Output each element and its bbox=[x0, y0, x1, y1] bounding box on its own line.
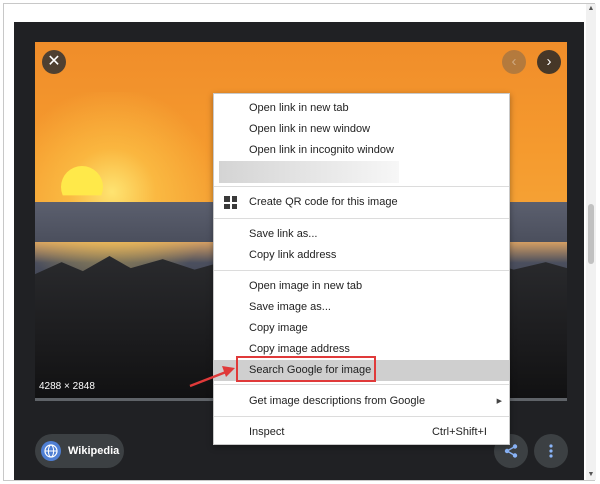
source-chip-wikipedia[interactable]: Wikipedia bbox=[35, 434, 124, 468]
menu-item-get-image-descriptions[interactable]: Get image descriptions from Google ▶ bbox=[214, 391, 509, 412]
context-menu: Open link in new tab Open link in new wi… bbox=[213, 93, 510, 445]
redacted-menu-item bbox=[219, 161, 399, 183]
menu-separator bbox=[214, 270, 509, 271]
menu-item-save-link-as[interactable]: Save link as... bbox=[214, 224, 509, 245]
menu-item-open-image-new-tab[interactable]: Open image in new tab bbox=[214, 276, 509, 297]
menu-separator bbox=[214, 218, 509, 219]
menu-item-label: Inspect bbox=[249, 426, 285, 438]
chevron-left-icon[interactable]: ‹ bbox=[502, 50, 526, 74]
chevron-right-icon[interactable]: › bbox=[537, 50, 561, 74]
menu-item-open-link-incognito[interactable]: Open link in incognito window bbox=[214, 140, 509, 161]
menu-item-label: Open link in new tab bbox=[249, 102, 349, 114]
source-label: Wikipedia bbox=[68, 445, 120, 457]
menu-item-label: Get image descriptions from Google bbox=[249, 395, 426, 407]
menu-item-copy-link-address[interactable]: Copy link address bbox=[214, 245, 509, 266]
scroll-up-arrow-icon[interactable]: ▲ bbox=[586, 4, 596, 14]
menu-item-label: Copy image bbox=[249, 322, 308, 334]
page-scrollbar[interactable]: ▲ ▼ bbox=[586, 4, 596, 480]
globe-icon bbox=[41, 441, 61, 461]
menu-item-label: Save link as... bbox=[249, 228, 318, 240]
menu-separator bbox=[214, 186, 509, 187]
menu-item-label: Open link in new window bbox=[249, 123, 371, 135]
menu-item-label: Copy image address bbox=[249, 343, 350, 355]
menu-separator bbox=[214, 384, 509, 385]
menu-item-create-qr[interactable]: Create QR code for this image bbox=[214, 192, 509, 213]
submenu-arrow-icon: ▶ bbox=[496, 398, 502, 405]
image-dimensions: 4288 × 2848 bbox=[39, 381, 95, 392]
menu-separator bbox=[214, 416, 509, 417]
menu-item-open-link-new-tab[interactable]: Open link in new tab bbox=[214, 98, 509, 119]
close-icon[interactable]: ✕ bbox=[42, 50, 66, 74]
menu-item-label: Open image in new tab bbox=[249, 280, 363, 292]
shortcut-label: Ctrl+Shift+I bbox=[431, 426, 487, 438]
menu-item-open-link-new-window[interactable]: Open link in new window bbox=[214, 119, 509, 140]
menu-item-label: Copy link address bbox=[249, 249, 337, 261]
scroll-thumb[interactable] bbox=[588, 204, 594, 264]
menu-item-label: Create QR code for this image bbox=[249, 196, 398, 208]
annotation-arrow-icon bbox=[189, 366, 235, 388]
qr-code-icon bbox=[224, 196, 237, 209]
menu-item-label: Save image as... bbox=[249, 301, 331, 313]
scroll-down-arrow-icon[interactable]: ▼ bbox=[586, 470, 596, 480]
menu-item-inspect[interactable]: Inspect Ctrl+Shift+I bbox=[214, 422, 509, 443]
annotation-highlight-box bbox=[236, 356, 376, 382]
more-vertical-icon[interactable] bbox=[534, 434, 568, 468]
menu-item-label: Open link in incognito window bbox=[249, 144, 394, 156]
menu-item-copy-image[interactable]: Copy image bbox=[214, 318, 509, 339]
menu-item-save-image-as[interactable]: Save image as... bbox=[214, 297, 509, 318]
